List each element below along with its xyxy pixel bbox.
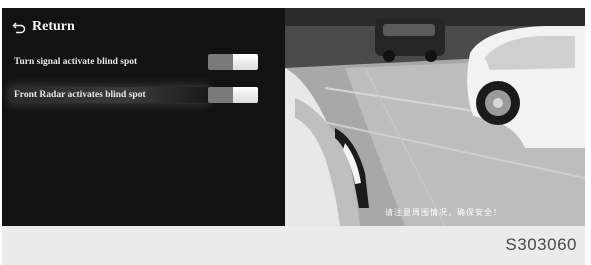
toggle-track bbox=[208, 54, 233, 70]
turn-signal-blind-spot-toggle[interactable] bbox=[208, 54, 258, 70]
front-radar-blind-spot-toggle[interactable] bbox=[208, 87, 258, 103]
head-unit-screen: Return Turn signal activate blind spot F… bbox=[2, 8, 585, 226]
return-button[interactable]: Return bbox=[12, 16, 75, 38]
setting-row-front-radar: Front Radar activates blind spot bbox=[10, 83, 258, 107]
toggle-knob bbox=[233, 87, 258, 103]
settings-panel: Return Turn signal activate blind spot F… bbox=[2, 8, 285, 226]
return-arrow-icon bbox=[12, 22, 26, 34]
return-label: Return bbox=[32, 19, 75, 34]
toggle-knob bbox=[233, 54, 258, 70]
figure-code: S303060 bbox=[505, 235, 577, 254]
camera-warning-text: 请注意周围情况，确保安全！ bbox=[385, 208, 502, 217]
setting-label-front-radar: Front Radar activates blind spot bbox=[10, 87, 208, 103]
toggle-track bbox=[208, 87, 233, 103]
camera-feed-image bbox=[285, 8, 585, 226]
blind-spot-camera-view: 请注意周围情况，确保安全！ bbox=[285, 8, 585, 226]
setting-label-turn-signal: Turn signal activate blind spot bbox=[14, 57, 138, 67]
setting-row-turn-signal: Turn signal activate blind spot bbox=[10, 50, 258, 74]
figure-footer: S303060 bbox=[2, 226, 585, 265]
